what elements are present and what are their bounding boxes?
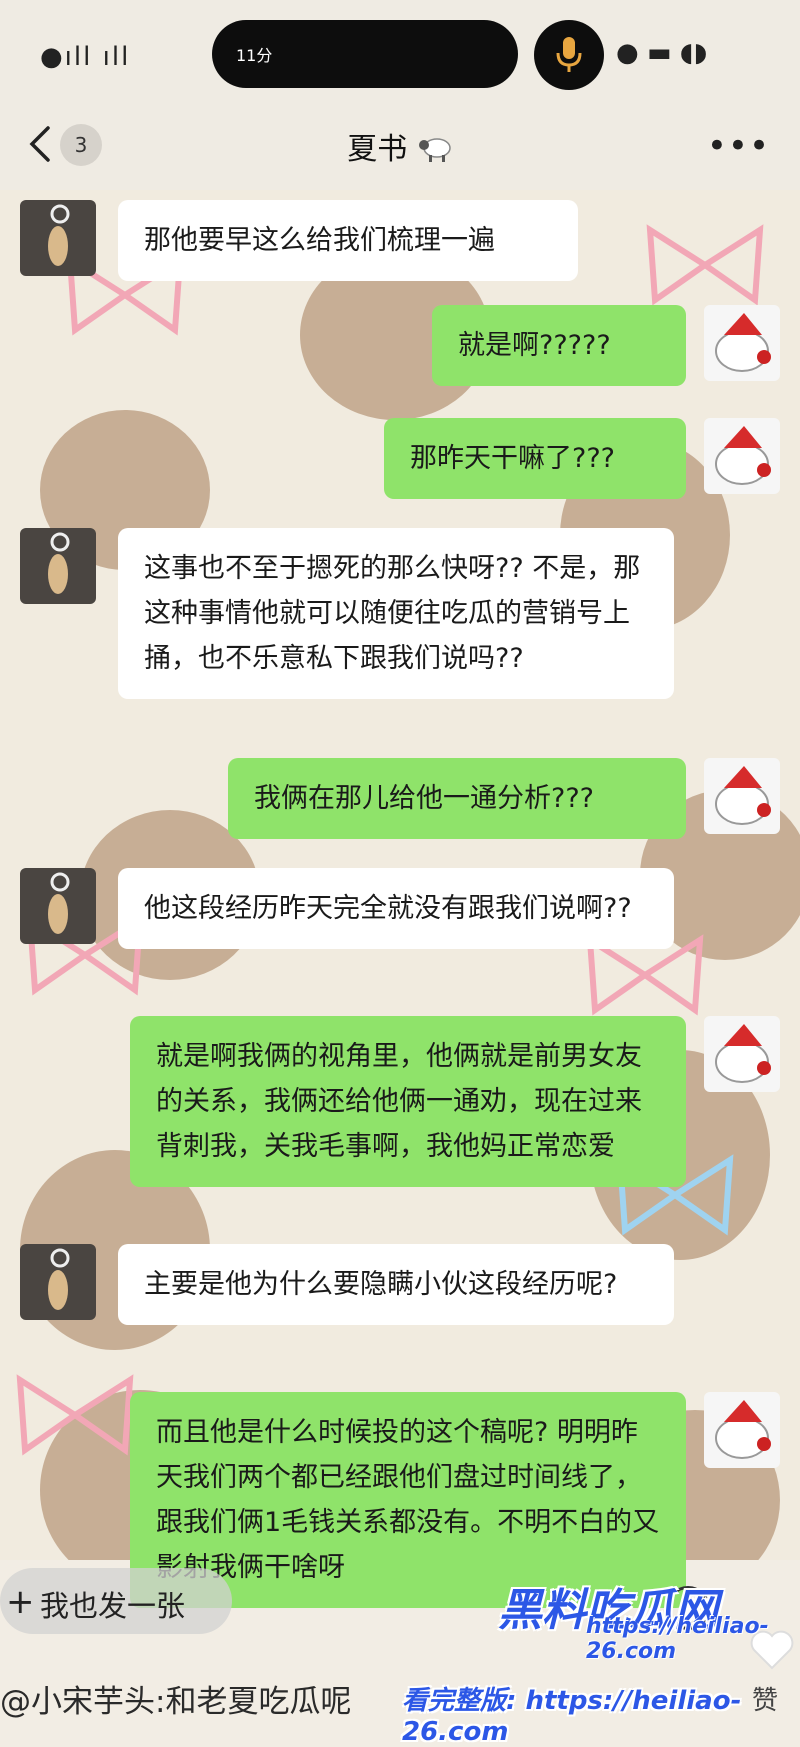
- incoming-message[interactable]: 那他要早这么给我们梳理一遍: [118, 200, 578, 281]
- chat-title-row: 夏书: [0, 124, 800, 168]
- outgoing-message[interactable]: 那昨天干嘛了???: [384, 418, 686, 499]
- contact-avatar[interactable]: [20, 1244, 96, 1320]
- my-avatar[interactable]: [704, 1016, 780, 1092]
- keychain-figure-icon: [48, 1248, 70, 1310]
- my-avatar[interactable]: [704, 1392, 780, 1468]
- cat-santa-hat-icon: [715, 426, 771, 485]
- incoming-message[interactable]: 这事也不至于摁死的那么快呀?? 不是，那这种事情他就可以随便往吃瓜的营销号上捅，…: [118, 528, 674, 699]
- sheep-emoji-icon: [418, 138, 451, 162]
- status-icons-left: ●ıll ıll: [40, 42, 131, 72]
- watermark-full-link: 看完整版: https://heiliao-26.com: [402, 1686, 742, 1747]
- post-caption: @小宋芋头:和老夏吃瓜呢: [0, 1684, 352, 1720]
- more-options-button[interactable]: •••: [707, 126, 770, 166]
- watermark-url: https://heiliao-26.com: [586, 1614, 769, 1664]
- cat-santa-hat-icon: [715, 1400, 771, 1459]
- status-icons-right: ● ▬ ◖◗: [616, 38, 708, 68]
- pink-bow-decoration: [646, 224, 764, 306]
- microphone-icon: [556, 37, 582, 72]
- cat-santa-hat-icon: [715, 766, 771, 825]
- contact-avatar[interactable]: [20, 200, 96, 276]
- plus-icon: +: [6, 1582, 35, 1622]
- cat-santa-hat-icon: [715, 1024, 771, 1083]
- post-also-label: 我也发一张: [40, 1589, 186, 1623]
- my-avatar[interactable]: [704, 418, 780, 494]
- chat-title: 夏书: [347, 132, 408, 167]
- my-avatar[interactable]: [704, 305, 780, 381]
- outgoing-message[interactable]: 就是啊我俩的视角里，他俩就是前男女友的关系，我俩还给他俩一通劝，现在过来背刺我，…: [130, 1016, 686, 1187]
- incoming-message[interactable]: 他这段经历昨天完全就没有跟我们说啊??: [118, 868, 674, 949]
- contact-avatar[interactable]: [20, 868, 96, 944]
- keychain-figure-icon: [48, 204, 70, 266]
- keychain-figure-icon: [48, 532, 70, 594]
- call-timer: 11分: [236, 46, 273, 65]
- status-bar: ●ıll ıll 11分 ● ▬ ◖◗: [0, 0, 800, 110]
- outgoing-message[interactable]: 就是啊?????: [432, 305, 686, 386]
- keychain-figure-icon: [48, 872, 70, 934]
- chat-header: 3 夏书 •••: [0, 110, 800, 190]
- pink-bow-decoration: [16, 1374, 134, 1456]
- contact-avatar[interactable]: [20, 528, 96, 604]
- incoming-message[interactable]: 主要是他为什么要隐瞒小伙这段经历呢?: [118, 1244, 674, 1325]
- microphone-indicator: [534, 20, 604, 90]
- dynamic-island: 11分: [212, 20, 518, 88]
- outgoing-message[interactable]: 我俩在那儿给他一通分析???: [228, 758, 686, 839]
- my-avatar[interactable]: [704, 758, 780, 834]
- more-icon: •••: [706, 126, 770, 166]
- cat-santa-hat-icon: [715, 313, 771, 372]
- post-also-button[interactable]: + 我也发一张: [0, 1568, 232, 1634]
